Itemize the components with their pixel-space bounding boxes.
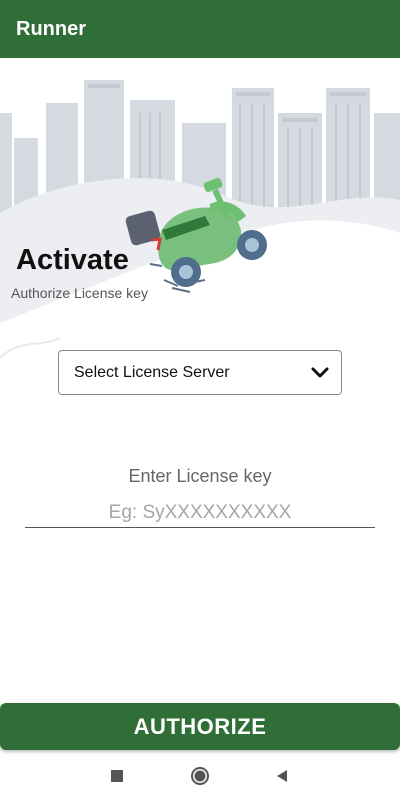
circle-icon[interactable] [190,766,210,786]
chevron-down-icon [309,362,331,384]
license-server-selected: Select License Server [74,363,230,381]
system-nav-bar [0,752,400,800]
license-server-select[interactable]: Select License Server [58,350,342,395]
license-key-input[interactable] [25,498,375,528]
app-bar: Runner [0,0,400,58]
authorize-button[interactable]: AUTHORIZE [0,703,400,750]
page-subtitle: Authorize License key [11,285,148,301]
triangle-back-icon[interactable] [272,766,292,786]
app-title: Runner [16,17,86,40]
page-title: Activate [16,244,129,276]
license-key-label: Enter License key [128,466,272,486]
square-icon[interactable] [107,766,127,786]
